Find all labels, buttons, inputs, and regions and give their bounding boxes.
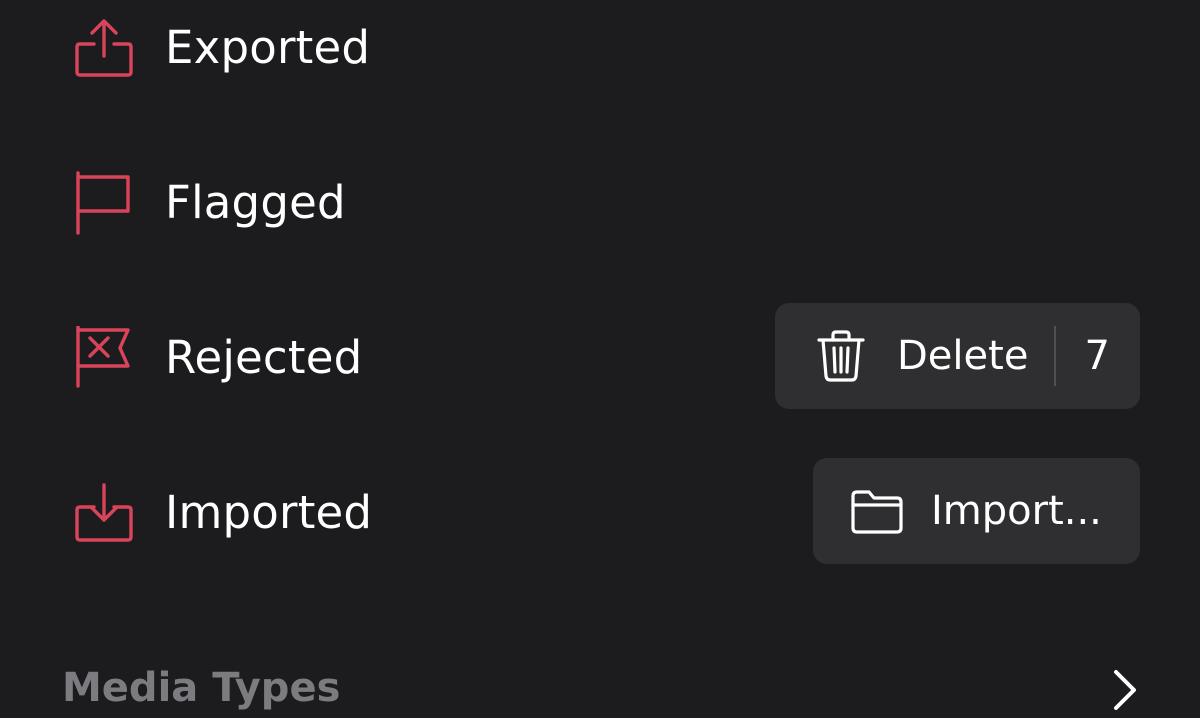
import-button-label: Import... bbox=[931, 488, 1102, 534]
divider bbox=[1054, 326, 1057, 386]
section-header-media-types[interactable]: Media Types bbox=[62, 660, 340, 716]
folder-icon bbox=[849, 483, 905, 539]
list-item-label: Flagged bbox=[165, 176, 346, 229]
import-icon bbox=[72, 481, 136, 545]
trash-icon bbox=[813, 328, 869, 384]
import-button[interactable]: Import... bbox=[813, 458, 1140, 564]
chevron-right-icon[interactable] bbox=[1100, 662, 1150, 718]
list-item-flagged[interactable]: Flagged bbox=[0, 148, 1200, 258]
flag-icon bbox=[72, 171, 136, 235]
list-item-label: Exported bbox=[165, 21, 371, 74]
delete-button-label: Delete bbox=[897, 333, 1029, 379]
list-item-label: Imported bbox=[165, 486, 373, 539]
list-item-exported[interactable]: Exported bbox=[0, 0, 1200, 103]
rejected-count: 7 bbox=[1084, 333, 1110, 379]
list-item-label: Rejected bbox=[165, 331, 363, 384]
export-icon bbox=[72, 16, 136, 80]
delete-rejected-button[interactable]: Delete 7 bbox=[775, 303, 1140, 409]
rejected-flag-icon bbox=[72, 326, 136, 390]
